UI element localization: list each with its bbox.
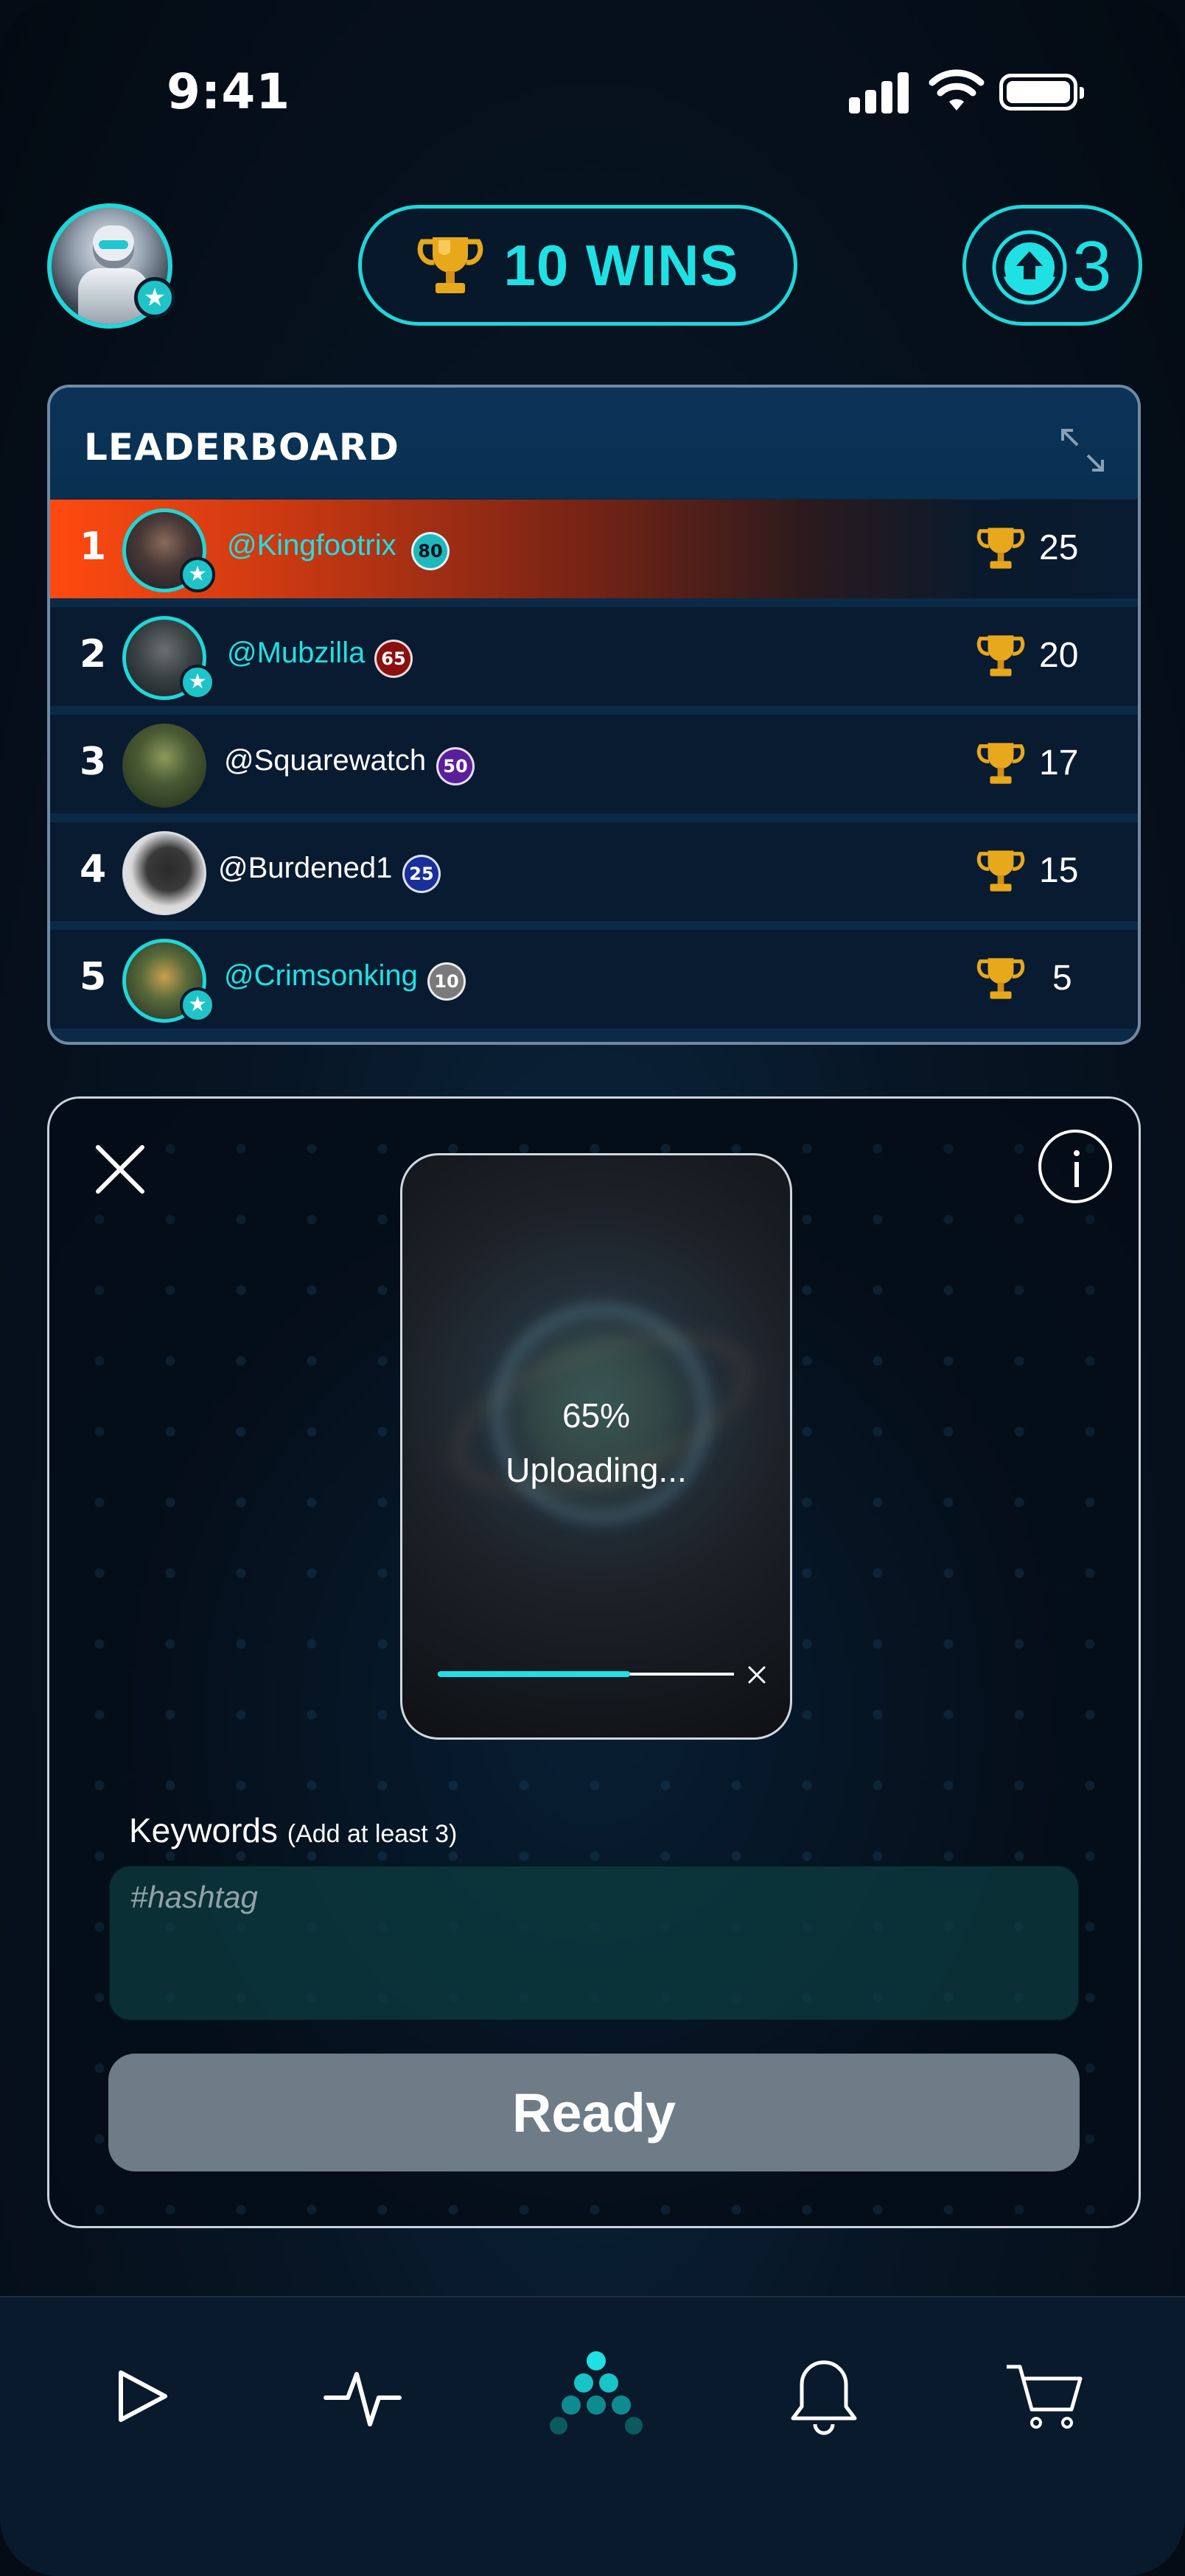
rank-number: 1 <box>80 525 107 569</box>
upload-progress-bar <box>438 1671 734 1677</box>
uploads-count: 3 <box>1072 227 1112 306</box>
trophy-icon <box>418 237 483 293</box>
app-screen: 9:41 ★ 10 WINS 3 LEADERBOARD 1 ★ @Kingfo… <box>0 0 1185 2576</box>
trophy-icon <box>976 635 1025 676</box>
username[interactable]: @Mubzilla <box>227 637 365 670</box>
leaderboard-row[interactable]: 1 ★ @Kingfootrix 80 25 <box>50 500 1138 598</box>
info-icon[interactable] <box>1038 1130 1112 1203</box>
play-icon[interactable] <box>99 2352 187 2440</box>
rank-number: 5 <box>80 955 107 999</box>
star-icon: ★ <box>134 277 175 318</box>
cart-icon[interactable] <box>1001 2352 1089 2440</box>
bottom-nav <box>0 2296 1185 2576</box>
score: 25 <box>1039 528 1079 567</box>
star-icon: ★ <box>180 665 215 700</box>
bell-icon[interactable] <box>780 2352 868 2440</box>
status-time: 9:41 <box>167 63 291 120</box>
avatar[interactable] <box>122 831 206 915</box>
upload-panel: 65% Uploading... Keywords (Add at least … <box>47 1096 1141 2228</box>
ready-button[interactable]: Ready <box>108 2054 1080 2171</box>
username[interactable]: @Crimsonking <box>224 959 418 993</box>
home-logo-icon[interactable] <box>548 2345 644 2440</box>
upload-icon <box>992 230 1067 305</box>
score: 15 <box>1039 851 1079 890</box>
trophy-icon <box>976 528 1025 569</box>
wins-label: 10 WINS <box>503 232 739 298</box>
star-icon: ★ <box>180 987 215 1023</box>
leaderboard-row[interactable]: 3 @Squarewatch 50 17 <box>50 715 1138 813</box>
username[interactable]: @Burdened1 <box>218 852 392 885</box>
star-icon: ★ <box>180 557 215 592</box>
keywords-hint: (Add at least 3) <box>287 1820 458 1848</box>
leaderboard-card: LEADERBOARD 1 ★ @Kingfootrix 80 25 2 ★ @… <box>47 385 1141 1045</box>
upload-progress-fill <box>438 1671 631 1677</box>
username[interactable]: @Kingfootrix <box>227 529 396 562</box>
rank-number: 3 <box>80 740 107 784</box>
battery-icon <box>999 74 1084 111</box>
upload-preview: 65% Uploading... <box>400 1153 792 1740</box>
wifi-icon <box>929 69 985 111</box>
trophy-icon <box>976 850 1025 892</box>
keywords-input[interactable] <box>108 1865 1080 2021</box>
status-bar: 9:41 <box>0 0 1185 147</box>
rank-number: 4 <box>80 847 107 892</box>
avatar[interactable] <box>122 724 206 808</box>
uploads-counter[interactable]: 3 <box>962 205 1142 326</box>
level-badge: 25 <box>402 855 441 893</box>
username[interactable]: @Squarewatch <box>224 744 426 777</box>
cellular-signal-icon <box>849 72 911 113</box>
close-icon[interactable] <box>94 1143 147 1196</box>
score: 17 <box>1039 743 1079 783</box>
leaderboard-row[interactable]: 2 ★ @Mubzilla 65 20 <box>50 607 1138 706</box>
level-badge: 65 <box>374 640 413 678</box>
leaderboard-row[interactable]: 5 ★ @Crimsonking 10 5 <box>50 930 1138 1029</box>
leaderboard-list: 1 ★ @Kingfootrix 80 25 2 ★ @Mubzilla 65 … <box>50 500 1138 1037</box>
wins-counter[interactable]: 10 WINS <box>358 205 797 326</box>
leaderboard-row[interactable]: 4 @Burdened1 25 15 <box>50 822 1138 921</box>
rank-number: 2 <box>80 632 107 676</box>
expand-icon[interactable] <box>1060 427 1105 473</box>
trophy-icon <box>976 958 1025 999</box>
score: 5 <box>1052 959 1072 998</box>
leaderboard-title: LEADERBOARD <box>84 426 399 469</box>
trophy-icon <box>976 743 1025 784</box>
score: 20 <box>1039 636 1079 675</box>
activity-icon[interactable] <box>318 2352 407 2440</box>
leaderboard-header: LEADERBOARD <box>50 388 1138 498</box>
upload-status: Uploading... <box>506 1451 687 1489</box>
level-badge: 80 <box>411 532 450 570</box>
cancel-upload-icon[interactable] <box>747 1665 766 1684</box>
level-badge: 10 <box>427 962 466 1001</box>
level-badge: 50 <box>436 747 475 785</box>
keywords-label: Keywords (Add at least 3) <box>129 1811 458 1849</box>
upload-percent: 65% <box>562 1396 631 1435</box>
